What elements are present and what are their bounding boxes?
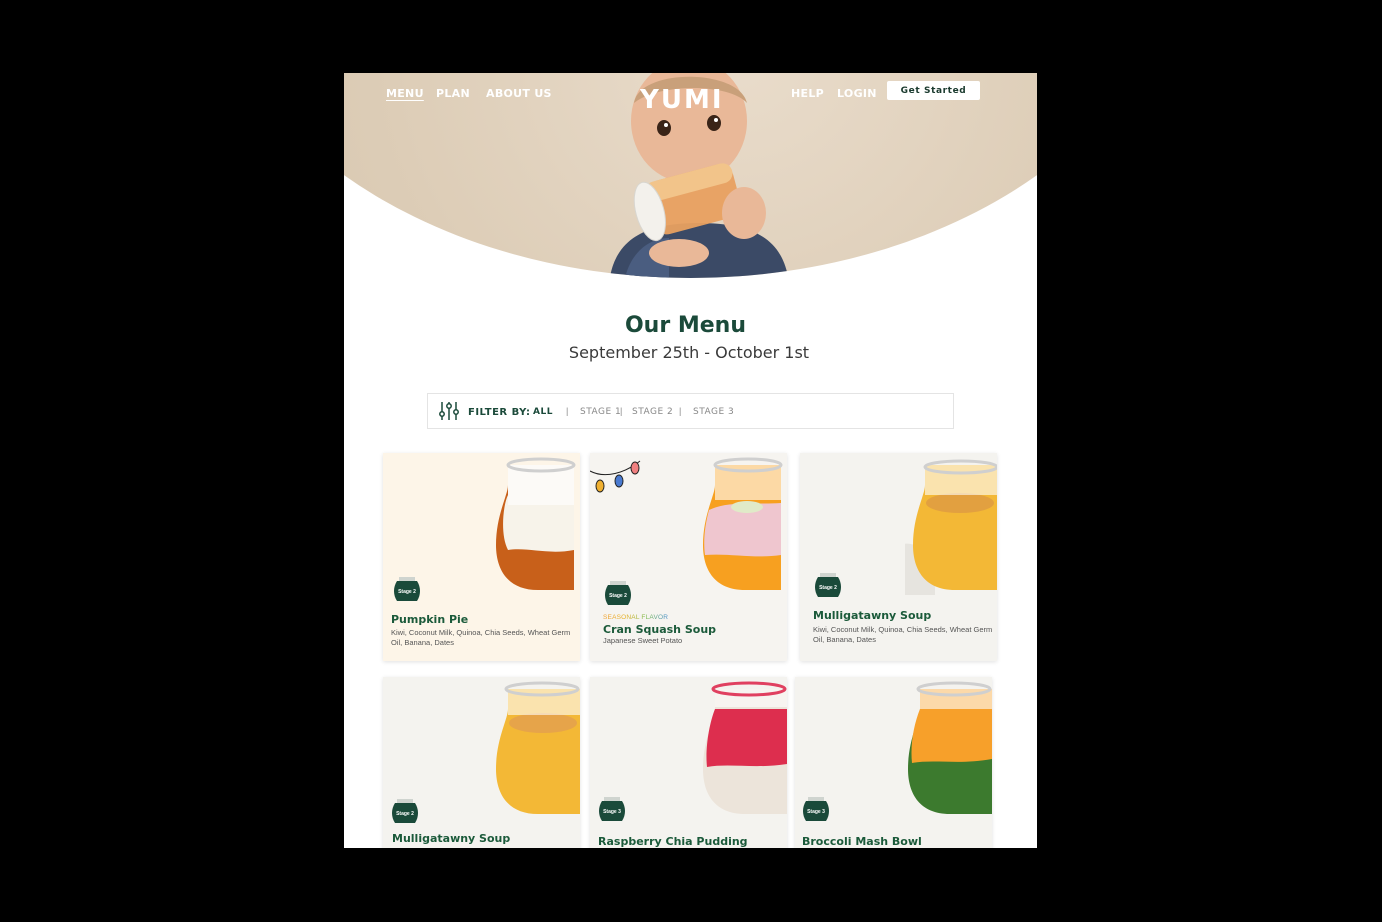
stage-badge: Stage 2	[398, 589, 416, 595]
yumi-logo[interactable]: YUMI	[640, 85, 724, 115]
separator: |	[679, 406, 682, 416]
card-title: Pumpkin Pie	[391, 613, 469, 626]
filter-stage-3[interactable]: STAGE 3	[693, 407, 734, 417]
jar-image	[908, 681, 992, 814]
filter-stage-2[interactable]: STAGE 2	[632, 407, 673, 417]
date-range: September 25th - October 1st	[568, 343, 810, 362]
holiday-lights-icon	[590, 460, 641, 493]
card-ingredients: Kiwi, Coconut Milk, Quinoa, Chia Seeds, …	[391, 628, 571, 647]
nav-login-link[interactable]: LOGIN	[837, 87, 877, 101]
page: MENU PLAN ABOUT US YUMI HELP LOGIN Get S…	[344, 73, 1037, 848]
seasonal-label: SEASONAL FLAVOR	[603, 614, 669, 621]
filter-bar: FILTER BY: ALL | STAGE 1 | STAGE 2 | STA…	[427, 393, 954, 429]
stage-badge: Stage 2	[819, 585, 837, 591]
jar-image	[905, 459, 997, 595]
menu-card[interactable]: Stage 2 Mulligatawny Soup	[383, 677, 580, 848]
menu-card[interactable]: Stage 3 Raspberry Chia Pudding	[590, 677, 787, 848]
jar-image	[703, 681, 787, 814]
nav-about-link[interactable]: ABOUT US	[486, 87, 552, 101]
card-title: Broccoli Mash Bowl	[802, 835, 922, 848]
nav-plan-link[interactable]: PLAN	[436, 87, 470, 101]
jar-image	[496, 457, 576, 590]
separator: |	[620, 406, 623, 416]
stage-badge: Stage 3	[603, 809, 621, 815]
jar-image	[496, 681, 580, 814]
top-nav: MENU PLAN ABOUT US YUMI HELP LOGIN Get S…	[344, 81, 1037, 115]
card-title: Mulligatawny Soup	[392, 832, 511, 845]
stage-badge: Stage 3	[807, 809, 825, 815]
menu-card[interactable]: Stage 3 Broccoli Mash Bowl	[795, 677, 992, 848]
card-ingredients: Japanese Sweet Potato	[603, 636, 683, 645]
nav-menu-link[interactable]: MENU	[386, 87, 424, 101]
menu-card[interactable]: Stage 2 Pumpkin Pie Kiwi, Coconut Milk, …	[383, 453, 580, 661]
card-title: Cran Squash Soup	[603, 623, 717, 636]
filter-stage-1[interactable]: STAGE 1	[580, 407, 621, 417]
menu-card[interactable]: Stage 2 Mulligatawny Soup Kiwi, Coconut …	[800, 453, 997, 661]
jar-image	[703, 457, 783, 590]
card-title: Mulligatawny Soup	[813, 609, 932, 622]
filter-label: FILTER BY:	[468, 407, 531, 418]
page-title: Our Menu	[624, 313, 746, 338]
sliders-icon	[439, 402, 459, 420]
menu-card[interactable]: Stage 2 SEASONAL FLAVOR Cran Squash Soup…	[590, 453, 787, 661]
card-ingredients: Kiwi, Coconut Milk, Quinoa, Chia Seeds, …	[813, 625, 993, 644]
card-title: Raspberry Chia Pudding	[598, 835, 748, 848]
get-started-button[interactable]: Get Started	[887, 81, 980, 100]
separator: |	[566, 406, 569, 416]
nav-help-link[interactable]: HELP	[791, 87, 824, 101]
stage-badge: Stage 2	[396, 811, 414, 817]
filter-all[interactable]: ALL	[533, 407, 553, 417]
stage-badge: Stage 2	[609, 593, 627, 599]
